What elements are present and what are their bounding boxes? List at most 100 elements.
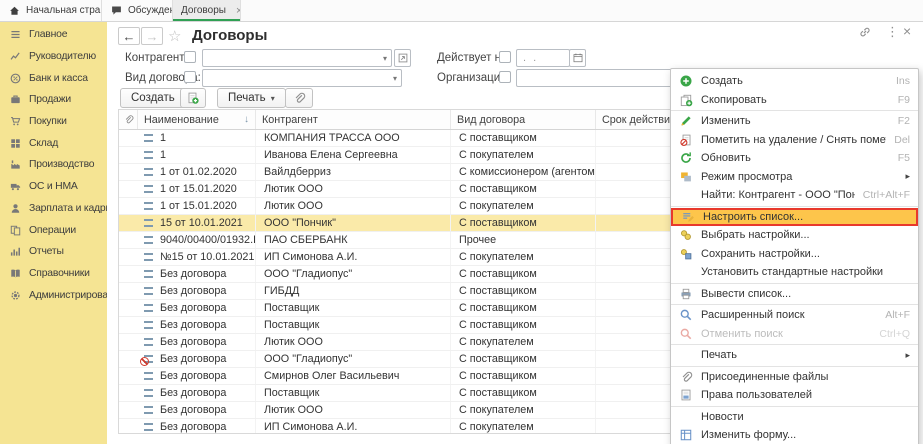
menu-item-choose-settings[interactable]: Выбрать настройки... xyxy=(671,226,918,245)
row-name-text: Без договора xyxy=(160,319,226,331)
contract-kind-filter-checkbox[interactable] xyxy=(184,71,196,83)
row-counterparty-cell: ООО "Гладиопус" xyxy=(256,351,451,367)
menu-item-copy[interactable]: Скопировать F9 xyxy=(671,91,918,110)
column-header-counterparty[interactable]: Контрагент xyxy=(256,110,451,129)
menu-item-edit-form[interactable]: Изменить форму... xyxy=(671,426,918,444)
row-name-text: 1 от 15.01.2020 xyxy=(160,200,237,212)
menu-item-find[interactable]: Найти: Контрагент - ООО "Пончик" Ctrl+Al… xyxy=(671,186,918,205)
menu-item-configure-list[interactable]: Настроить список... xyxy=(671,208,918,227)
row-attachment-cell xyxy=(119,147,138,163)
counterparty-filter-checkbox[interactable] xyxy=(184,51,196,63)
row-attachment-cell xyxy=(119,317,138,333)
valid-on-date-input[interactable]: . . xyxy=(516,49,570,67)
create-by-copy-button[interactable] xyxy=(180,88,206,108)
sidebar-item[interactable]: Отчеты xyxy=(0,241,107,263)
row-name-text: Без договора xyxy=(160,421,226,433)
menu-item-label: Изменить форму... xyxy=(701,429,910,441)
calendar-button[interactable] xyxy=(569,49,586,67)
back-button[interactable]: ← xyxy=(118,27,140,45)
menu-item-label: Пометить на удаление / Снять пометку xyxy=(701,134,886,146)
sidebar-item[interactable]: Справочники xyxy=(0,263,107,285)
menu-item-attached-files[interactable]: Присоединенные файлы xyxy=(671,368,918,387)
row-kind-cell: С поставщиком xyxy=(451,266,596,282)
document-icon xyxy=(144,151,153,159)
sidebar-item[interactable]: Зарплата и кадры xyxy=(0,198,107,220)
sidebar-item[interactable]: Администрирование xyxy=(0,284,107,306)
document-icon xyxy=(144,236,153,244)
clip-icon xyxy=(678,369,694,384)
sidebar-item[interactable]: Главное xyxy=(0,24,107,46)
column-header-kind[interactable]: Вид договора xyxy=(451,110,596,129)
chevron-down-icon[interactable]: ▾ xyxy=(393,74,401,83)
sidebar-item[interactable]: Склад xyxy=(0,132,107,154)
menu-item-label: Найти: Контрагент - ООО "Пончик" xyxy=(701,189,855,201)
home-icon xyxy=(8,4,21,17)
pencil-icon xyxy=(678,114,694,129)
document-icon xyxy=(144,338,153,346)
menu-item-output-list[interactable]: Вывести список... xyxy=(671,285,918,304)
menu-item-create[interactable]: Создать Ins xyxy=(671,72,918,91)
favorite-star-icon[interactable]: ☆ xyxy=(168,27,181,45)
counterparty-filter-input[interactable]: ▾ xyxy=(202,49,392,67)
tab-close-icon[interactable]: × xyxy=(236,5,241,17)
menu-item-label: Права пользователей xyxy=(701,389,910,401)
sidebar-item[interactable]: Покупки xyxy=(0,111,107,133)
sidebar-item[interactable]: Банк и касса xyxy=(0,67,107,89)
forward-button: → xyxy=(141,27,163,45)
menu-item-mark-deletion[interactable]: Пометить на удаление / Снять пометку Del xyxy=(671,131,918,150)
open-link-icon xyxy=(397,52,409,64)
chevron-down-icon[interactable]: ▾ xyxy=(383,54,391,63)
row-name-text: 15 от 10.01.2021 xyxy=(160,217,243,229)
menu-item-default-settings[interactable]: Установить стандартные настройки xyxy=(671,263,918,282)
sidebar-item-label: ОС и НМА xyxy=(29,181,78,192)
menu-item-label: Настроить список... xyxy=(703,211,908,223)
window-close-icon[interactable]: × xyxy=(903,25,911,38)
print-button[interactable]: Печать ▾ xyxy=(217,88,286,108)
menu-item-label: Вывести список... xyxy=(701,288,910,300)
more-menu-icon[interactable]: ⋮ xyxy=(886,25,899,38)
sidebar-item[interactable]: Руководителю xyxy=(0,46,107,68)
document-icon xyxy=(144,270,153,278)
get-link-icon[interactable] xyxy=(858,25,872,39)
attached-files-button[interactable] xyxy=(285,88,313,108)
row-name-text: 9040/00400/01932.ПУ от 02... xyxy=(160,234,256,246)
menu-item-edit[interactable]: Изменить F2 xyxy=(671,112,918,131)
menu-item-print[interactable]: Печать ▸ xyxy=(671,346,918,365)
factory-icon xyxy=(9,158,22,171)
sidebar-item[interactable]: ОС и НМА xyxy=(0,176,107,198)
sidebar-item-label: Зарплата и кадры xyxy=(29,203,107,214)
menu-item-save-settings[interactable]: Сохранить настройки... xyxy=(671,245,918,264)
counterparty-open-button[interactable] xyxy=(394,49,411,67)
menu-item-user-rights[interactable]: Права пользователей xyxy=(671,386,918,405)
tab-home-page[interactable]: Начальная страница xyxy=(0,0,102,21)
menu-icon xyxy=(9,28,22,41)
menu-item-news[interactable]: Новости xyxy=(671,408,918,427)
copy-plus-icon xyxy=(186,91,200,105)
sidebar-item[interactable]: Производство xyxy=(0,154,107,176)
sidebar-item[interactable]: Продажи xyxy=(0,89,107,111)
row-kind-cell: С поставщиком xyxy=(451,385,596,401)
menu-item-label: Расширенный поиск xyxy=(701,309,877,321)
cfglist-icon xyxy=(680,209,696,224)
menu-item-label: Печать xyxy=(701,349,897,361)
calendar-icon xyxy=(572,52,584,64)
organization-filter-checkbox[interactable] xyxy=(499,71,511,83)
column-header-name[interactable]: Наименование ↓ xyxy=(138,110,256,129)
create-button[interactable]: Создать xyxy=(120,88,186,108)
row-name-text: Без договора xyxy=(160,387,226,399)
sidebar-item-label: Продажи xyxy=(29,94,71,105)
menu-item-view-mode[interactable]: Режим просмотра ▸ xyxy=(671,168,918,187)
valid-on-filter-checkbox[interactable] xyxy=(499,51,511,63)
menu-item-advanced-search[interactable]: Расширенный поиск Alt+F xyxy=(671,306,918,325)
menu-item-refresh[interactable]: Обновить F5 xyxy=(671,149,918,168)
sidebar-item[interactable]: Операции xyxy=(0,219,107,241)
document-icon xyxy=(144,253,153,261)
tab-contracts[interactable]: Договоры × xyxy=(173,0,241,21)
row-kind-cell: Прочее xyxy=(451,232,596,248)
sidebar-item-label: Покупки xyxy=(29,116,67,127)
menu-item-label: Режим просмотра xyxy=(701,171,897,183)
sidebar-item-label: Руководителю xyxy=(29,51,96,62)
tab-discussions[interactable]: Обсуждения xyxy=(102,0,173,21)
column-header-attachments[interactable] xyxy=(119,110,138,129)
contract-kind-filter-input[interactable]: ▾ xyxy=(202,69,402,87)
